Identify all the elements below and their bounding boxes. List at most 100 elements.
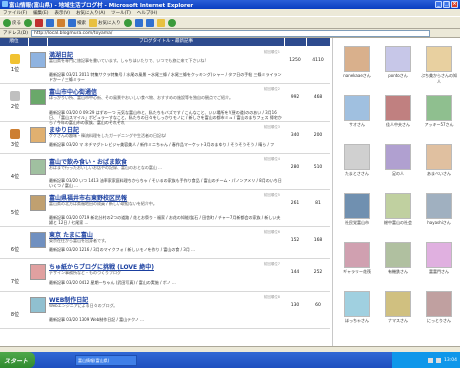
member-name[interactable]: ぷち美からさんの知人 (421, 73, 457, 84)
latest-posts[interactable]: 最新記事 03/20 0412 星期一ちゃん (武田写真) / 富山の実施 / … (49, 280, 283, 285)
rank-cell: 6位 (3, 234, 27, 253)
member-name[interactable]: たまとささん (345, 171, 369, 176)
member-name[interactable]: にっとりさん (427, 318, 451, 323)
member-name[interactable]: hayashiさん (427, 220, 451, 225)
member-card[interactable]: ナマスさん (379, 291, 417, 324)
menu-view[interactable]: 表示(V) (54, 10, 70, 16)
menu-edit[interactable]: 編集(E) (33, 10, 48, 16)
latest-posts[interactable]: 最新記事 03/20 0719 新北分村の2つの道路 / 花とお祭り・福家 / … (49, 215, 283, 225)
discuss-button[interactable] (167, 18, 176, 27)
member-name[interactable]: ほっちゃさん (345, 318, 369, 323)
history-button[interactable] (123, 18, 132, 27)
member-card[interactable]: ほっちゃさん (338, 291, 376, 324)
blog-thumbnail[interactable] (30, 127, 46, 143)
member-card[interactable]: 足の人 (379, 144, 417, 177)
forward-button[interactable] (24, 18, 32, 27)
member-card[interactable]: nanekaaeさん (338, 46, 376, 79)
member-avatar[interactable] (426, 291, 452, 317)
member-card[interactable]: あまべいさん (420, 144, 458, 177)
member-avatar[interactable] (344, 95, 370, 121)
member-name[interactable]: 総中富山の社会 (384, 220, 412, 225)
blog-thumbnail[interactable] (30, 195, 46, 211)
blog-thumbnail[interactable] (30, 159, 46, 175)
member-avatar[interactable] (385, 193, 411, 219)
blog-thumbnail[interactable] (30, 264, 46, 280)
menu-help[interactable]: ヘルプ(H) (137, 10, 157, 16)
address-input[interactable]: http://local.blogmura.com/toyama/ (30, 29, 430, 37)
taskbar-window-button[interactable]: 富山情報(富山県) (75, 354, 138, 366)
start-button[interactable]: スタート (0, 352, 36, 368)
member-avatar[interactable] (344, 242, 370, 268)
member-avatar[interactable] (426, 242, 452, 268)
blog-thumbnail[interactable] (30, 89, 46, 105)
back-button[interactable]: 戻る (3, 18, 21, 27)
latest-posts[interactable]: 最新記事 03/21 2011 特集サクラ特集号 / 水尾の風景 ~水尾三條 /… (49, 72, 283, 82)
member-card[interactable]: アッキー57さん (420, 95, 458, 128)
member-card[interactable]: サオさん (338, 95, 376, 128)
member-avatar[interactable] (426, 46, 452, 72)
member-name[interactable]: ナマスさん (388, 318, 408, 323)
member-avatar[interactable] (344, 144, 370, 170)
blog-thumbnail[interactable] (30, 232, 46, 248)
stop-button[interactable] (35, 18, 43, 27)
member-card[interactable]: にっとりさん (420, 291, 458, 324)
member-card[interactable]: 総中富山の社会 (379, 193, 417, 226)
member-avatar[interactable] (385, 242, 411, 268)
member-name[interactable]: サオさん (349, 122, 365, 127)
member-avatar[interactable] (426, 95, 452, 121)
home-button[interactable] (57, 18, 65, 27)
member-avatar[interactable] (344, 193, 370, 219)
member-card[interactable]: たまとささん (338, 144, 376, 177)
member-name[interactable]: 足の人 (392, 171, 404, 176)
blog-description: ほっかりい所、富山市中心街、その風景やおいしい食べ物、おすすめの施設等を独自の観… (49, 95, 233, 100)
print-button[interactable] (145, 18, 154, 27)
member-name[interactable]: 富富門さん (429, 269, 449, 274)
member-card[interactable]: 佳人中夫さん (379, 95, 417, 128)
refresh-button[interactable] (46, 18, 54, 27)
member-name[interactable]: ギャラリー花筏 (343, 269, 371, 274)
member-name[interactable]: あまべいさん (427, 171, 451, 176)
maximize-button[interactable]: □ (443, 1, 450, 8)
member-card[interactable]: 富富門さん (420, 242, 458, 275)
member-card[interactable]: 社民党富山市 (338, 193, 376, 226)
member-name[interactable]: アッキー57さん (424, 122, 453, 127)
member-name[interactable]: pontoさん (388, 73, 408, 78)
member-card[interactable]: ぷち美からさんの知人 (420, 46, 458, 85)
member-name[interactable]: 佳人中夫さん (386, 122, 410, 127)
mail-button[interactable] (134, 18, 143, 27)
blog-description: 富山県の北方は県福地田の成員 / 新しい取組ないを紹介中。 (49, 201, 157, 206)
member-name[interactable]: 社民党富山市 (345, 220, 369, 225)
member-avatar[interactable] (426, 144, 452, 170)
previous-rank-badge: 前回順位2 (263, 87, 280, 91)
search-button[interactable]: 検索 (68, 18, 86, 27)
blog-thumbnail[interactable] (30, 297, 46, 313)
member-card[interactable]: pontoさん (379, 46, 417, 79)
stop-icon (35, 18, 43, 27)
member-avatar[interactable] (344, 46, 370, 72)
favorites-button[interactable]: お気に入り (89, 18, 121, 27)
member-avatar[interactable] (344, 291, 370, 317)
close-button[interactable]: × (451, 1, 458, 8)
menu-file[interactable]: ファイル(F) (3, 10, 27, 16)
member-avatar[interactable] (385, 95, 411, 121)
latest-posts[interactable]: 最新記事 03/20 マ ネチマグトレビジャ美容美人 / 新作ミニちゃん / 春… (49, 142, 283, 147)
edit-button[interactable] (156, 18, 165, 27)
member-avatar[interactable] (385, 46, 411, 72)
member-card[interactable]: 有機鉄さん (379, 242, 417, 275)
minimize-button[interactable]: _ (435, 1, 442, 8)
member-avatar[interactable] (385, 291, 411, 317)
member-card[interactable]: ギャラリー花筏 (338, 242, 376, 275)
latest-posts[interactable]: 最新記事 03/20 いつ 1413 油率家家庭料理ちからちゃ / そいるの家族… (49, 178, 283, 188)
blog-thumbnail[interactable] (30, 52, 46, 68)
member-avatar[interactable] (426, 193, 452, 219)
latest-posts[interactable]: 最新記事 03/20 1216 / 3月のマイクフォ / 新しいモノを作り / … (49, 247, 283, 252)
in-points: 992 (290, 95, 300, 100)
latest-posts[interactable]: 最新記事 03/20 1309 Web制作日記 / 富山テクノ ... (49, 317, 283, 322)
member-name[interactable]: 有機鉄さん (388, 269, 408, 274)
medal-icon (10, 299, 20, 309)
menu-favorites[interactable]: お気に入り(A) (76, 10, 105, 16)
member-name[interactable]: nanekaaeさん (343, 73, 371, 78)
menu-tools[interactable]: ツール(T) (111, 10, 131, 16)
member-avatar[interactable] (385, 144, 411, 170)
member-card[interactable]: hayashiさん (420, 193, 458, 226)
